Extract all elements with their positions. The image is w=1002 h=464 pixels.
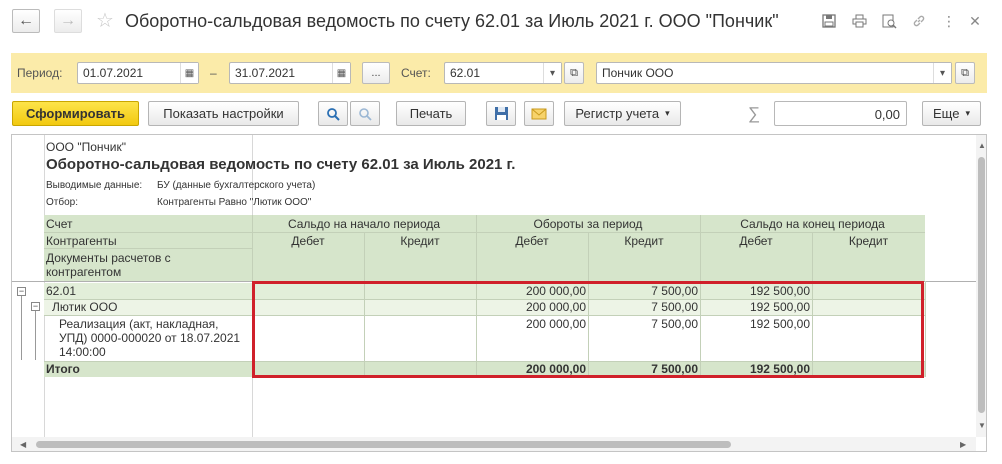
scroll-right-icon[interactable]: ▶ (960, 440, 966, 449)
filter-value: Контрагенты Равно "Лютик ООО" (157, 197, 312, 208)
search-next-icon (359, 107, 372, 121)
open-icon: ⧉ (570, 66, 578, 79)
header-account: Счет (46, 217, 73, 231)
sigma-icon: ∑ (748, 104, 761, 123)
header-turnover: Обороты за период (533, 217, 643, 231)
chevron-down-icon[interactable]: ▾ (933, 63, 951, 83)
period-label: Период: (17, 66, 63, 80)
report-org: ООО "Пончик" (46, 140, 126, 154)
collapse-toggle[interactable]: − (17, 287, 26, 296)
window-title: Оборотно-сальдовая ведомость по счету 62… (125, 11, 779, 31)
search-next-button[interactable] (350, 101, 380, 126)
search-button[interactable] (318, 101, 348, 126)
period-picker-button[interactable]: ... (362, 62, 390, 84)
open-icon: ⧉ (961, 66, 969, 79)
calendar-icon[interactable]: ▦ (332, 63, 350, 83)
chevron-down-icon: ▾ (665, 108, 670, 118)
email-button[interactable] (524, 101, 554, 126)
account-value: 62.01 (450, 66, 481, 80)
header-credit: Кредит (624, 234, 664, 248)
vertical-scrollbar[interactable]: ▲ ▼ (976, 135, 986, 437)
header-closing: Сальдо на конец периода (740, 217, 885, 231)
organization-field[interactable]: Пончик ООО ▾ (596, 62, 952, 84)
row-label-line: 14:00:00 (59, 345, 106, 359)
account-field[interactable]: 62.01 ▾ (444, 62, 562, 84)
preview-icon[interactable] (880, 12, 898, 30)
collapse-toggle[interactable]: − (31, 302, 40, 311)
row-vline (925, 281, 926, 377)
save-button[interactable] (486, 101, 516, 126)
forward-button[interactable]: → (54, 9, 82, 33)
header-credit: Кредит (848, 234, 889, 248)
output-value: БУ (данные бухгалтерского учета) (157, 180, 316, 191)
arrow-right-icon: → (60, 12, 76, 29)
row-label: 62.01 (46, 284, 77, 298)
more-vertical-icon[interactable]: ⋮ (940, 12, 958, 30)
report-spreadsheet[interactable]: ООО "Пончик" Оборотно-сальдовая ведомост… (11, 134, 987, 452)
star-icon[interactable]: ☆ (96, 9, 114, 33)
filter-panel: Период: 01.07.2021 ▦ – 31.07.2021 ▦ ... … (11, 53, 987, 93)
header-counterparty: Контрагенты (46, 234, 117, 248)
date-to-field[interactable]: 31.07.2021 ▦ (229, 62, 351, 84)
date-from-field[interactable]: 01.07.2021 ▦ (77, 62, 199, 84)
generate-button[interactable]: Сформировать (12, 101, 139, 126)
sum-value: 0,00 (874, 107, 900, 122)
more-label: Еще (933, 106, 960, 121)
sum-field[interactable]: 0,00 (774, 101, 907, 126)
row-label-line: Реализация (акт, накладная, (59, 317, 219, 331)
calendar-icon[interactable]: ▦ (180, 63, 198, 83)
title-bar: ← → ☆ Оборотно-сальдовая ведомость по сч… (0, 0, 1002, 48)
registry-dropdown[interactable]: Регистр учета ▾ (564, 101, 681, 126)
date-to-value: 31.07.2021 (235, 66, 296, 80)
tree-line (35, 311, 36, 360)
header-documents: Документы расчетов с контрагентом (46, 251, 171, 279)
header-credit: Кредит (400, 234, 440, 248)
period-dash: – (210, 66, 217, 80)
scroll-left-icon[interactable]: ◀ (20, 440, 26, 449)
highlight-frame (252, 281, 924, 378)
tree-line (21, 296, 22, 360)
chevron-down-icon[interactable]: ▾ (543, 63, 561, 83)
print-icon[interactable] (850, 12, 868, 30)
scroll-up-icon[interactable]: ▲ (978, 141, 986, 150)
open-account-button[interactable]: ⧉ (564, 62, 584, 84)
header-line (44, 248, 252, 249)
header-debit: Дебет (515, 234, 549, 248)
horizontal-scroll-thumb[interactable] (36, 441, 731, 448)
more-dropdown[interactable]: Еще ▾ (922, 101, 981, 126)
back-button[interactable]: ← (12, 9, 40, 33)
open-organization-button[interactable]: ⧉ (955, 62, 975, 84)
account-label: Счет: (401, 66, 431, 80)
floppy-icon (494, 107, 508, 120)
filter-label: Отбор: (46, 197, 78, 208)
arrow-left-icon: ← (18, 12, 34, 29)
header-line (44, 232, 925, 233)
chevron-down-icon: ▾ (965, 108, 970, 118)
link-icon[interactable] (910, 12, 928, 30)
date-from-value: 01.07.2021 (83, 66, 144, 80)
organization-value: Пончик ООО (602, 66, 674, 80)
header-debit: Дебет (291, 234, 325, 248)
close-icon[interactable]: ✕ (966, 12, 984, 30)
row-label-line: УПД) 0000-000020 от 18.07.2021 (59, 331, 241, 345)
total-label: Итого (46, 362, 80, 376)
search-icon (327, 107, 340, 121)
output-label: Выводимые данные: (46, 180, 143, 191)
header-debit: Дебет (739, 234, 773, 248)
header-opening: Сальдо на начало периода (287, 217, 441, 231)
envelope-icon (531, 108, 547, 119)
row-label: Лютик ООО (52, 300, 118, 314)
registry-label: Регистр учета (575, 106, 660, 121)
report-title: Оборотно-сальдовая ведомость по счету 62… (46, 156, 516, 173)
vertical-scroll-thumb[interactable] (978, 157, 985, 413)
show-settings-button[interactable]: Показать настройки (148, 101, 299, 126)
print-button[interactable]: Печать (396, 101, 466, 126)
horizontal-scrollbar[interactable]: ◀ ▶ (12, 437, 976, 451)
scroll-down-icon[interactable]: ▼ (978, 421, 986, 430)
save-icon[interactable] (820, 12, 838, 30)
